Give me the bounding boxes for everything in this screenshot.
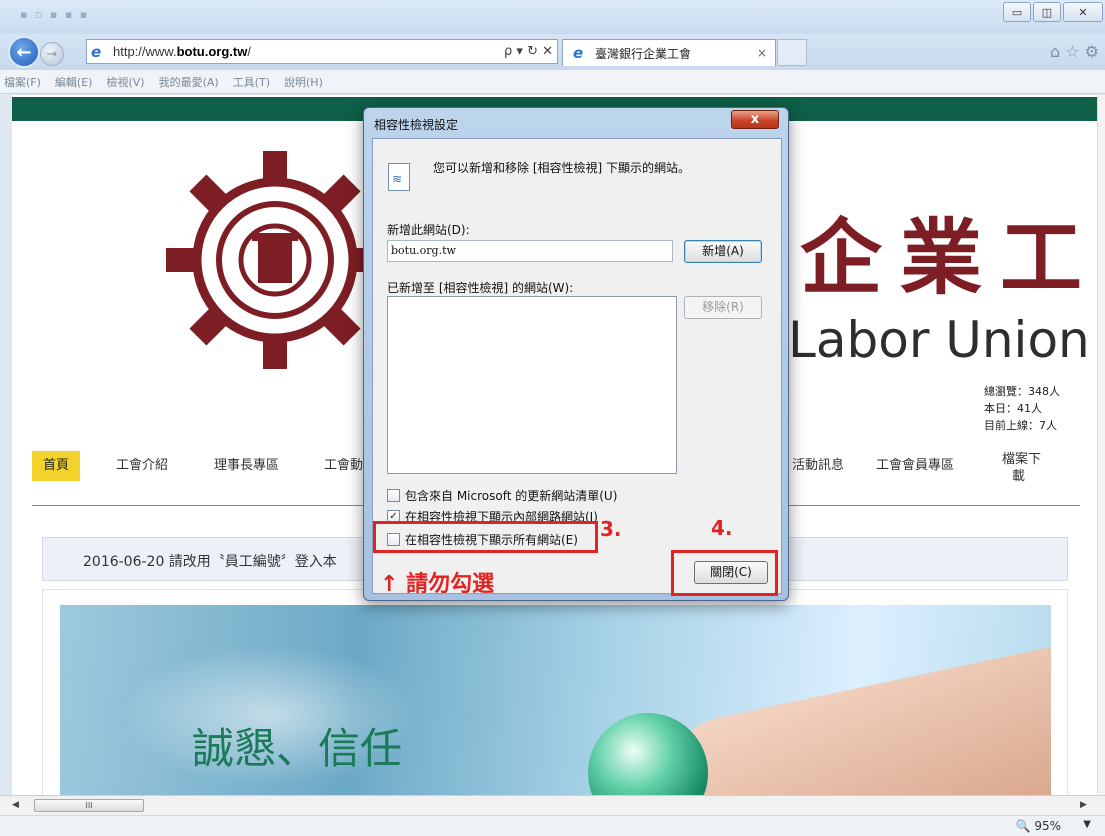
stat-today: 本日：41人 xyxy=(984,402,1042,415)
nav-home[interactable]: 首頁 xyxy=(32,451,81,481)
vertical-scrollbar[interactable] xyxy=(1097,95,1105,795)
compatibility-view-icon: ≋ xyxy=(388,163,410,191)
site-logo-text: 企業工會 xyxy=(800,210,1100,306)
menu-tools[interactable]: 工具(T) xyxy=(233,74,270,90)
scroll-right-arrow-icon[interactable]: ▶ xyxy=(1080,800,1087,810)
include-microsoft-list-option[interactable]: 包含來自 Microsoft 的更新網站清單(U) xyxy=(387,487,617,504)
menu-bar: 檔案(F) 編輯(E) 檢視(V) 我的最愛(A) 工具(T) 說明(H) xyxy=(0,70,1105,94)
dialog-close-button[interactable]: x xyxy=(731,110,779,129)
window-controls: ▭ ◫ ✕ xyxy=(1003,2,1103,22)
close-window-button[interactable]: ✕ xyxy=(1063,2,1103,22)
menu-favorites[interactable]: 我的最愛(A) xyxy=(159,74,219,90)
menu-edit[interactable]: 編輯(E) xyxy=(55,74,93,90)
banner-globe-image xyxy=(588,713,708,795)
address-bar[interactable]: e http://www.botu.org.tw/ ρ ▾ ↻ ✕ xyxy=(86,39,558,64)
added-sites-label: 已新增至 [相容性檢視] 的網站(W): xyxy=(387,281,574,295)
annotation-step4: 4. xyxy=(711,516,733,540)
forward-button[interactable]: → xyxy=(40,42,64,66)
banner-hand-image xyxy=(658,642,1051,795)
ie-icon: e xyxy=(91,42,102,61)
address-tools-icons[interactable]: ρ ▾ ↻ ✕ xyxy=(504,44,553,59)
zoom-dropdown-icon[interactable]: ▼ xyxy=(1083,819,1091,830)
remove-button[interactable]: 移除(R) xyxy=(684,296,762,319)
tab-close-icon[interactable]: × xyxy=(757,46,767,60)
quick-access-toolbar: ▪ ▫ ▪ ▪ ▪ xyxy=(20,8,90,21)
horizontal-scrollbar[interactable]: ◀ III ▶ xyxy=(0,795,1105,815)
menu-help[interactable]: 說明(H) xyxy=(284,74,323,90)
menu-file[interactable]: 檔案(F) xyxy=(4,74,41,90)
menu-view[interactable]: 檢視(V) xyxy=(106,74,144,90)
site-logo-english: Labor Union xyxy=(788,311,1090,369)
annotation-step3: 3. xyxy=(600,517,622,541)
window-titlebar: ▪ ▫ ▪ ▪ ▪ ▭ ◫ ✕ xyxy=(0,0,1105,34)
status-bar: 🔍 95% ▼ xyxy=(0,815,1105,836)
maximize-button[interactable]: ◫ xyxy=(1033,2,1061,22)
nav-intro[interactable]: 工會介紹 xyxy=(116,451,168,481)
nav-download-line1: 檔案下 xyxy=(1002,452,1042,467)
hero-banner: 誠懇、信任 xyxy=(60,605,1051,795)
nav-download[interactable]: 檔案下 載 xyxy=(1002,451,1042,484)
visitor-stats: 總瀏覽：348人 本日：41人 目前上線：7人 xyxy=(984,383,1060,434)
zoom-level[interactable]: 🔍 95% xyxy=(1016,819,1061,833)
zoom-value: 95% xyxy=(1034,819,1061,833)
scroll-thumb[interactable]: III xyxy=(34,799,144,812)
home-favorites-tools-icons[interactable]: ⌂ ☆ ⚙ xyxy=(1050,42,1099,61)
include-microsoft-list-label: 包含來自 Microsoft 的更新網站清單(U) xyxy=(405,489,618,503)
new-tab-button[interactable] xyxy=(777,39,807,66)
banner-slogan: 誠懇、信任 xyxy=(192,724,403,773)
dialog-description: 您可以新增和移除 [相容性檢視] 下顯示的網站。 xyxy=(433,161,690,175)
browser-tab[interactable]: e 臺灣銀行企業工會 × xyxy=(562,39,776,66)
nav-download-line2: 載 xyxy=(1012,469,1026,484)
nav-members[interactable]: 工會會員專區 xyxy=(876,451,954,481)
minimize-button[interactable]: ▭ xyxy=(1003,2,1031,22)
back-button[interactable]: ← xyxy=(8,36,40,68)
navigation-bar: ← → e http://www.botu.org.tw/ ρ ▾ ↻ ✕ e … xyxy=(0,34,1105,70)
nav-activities[interactable]: 活動訊息 xyxy=(792,451,844,481)
union-emblem-logo xyxy=(166,151,384,369)
stat-total: 總瀏覽：348人 xyxy=(984,385,1060,398)
tab-favicon-icon: e xyxy=(573,44,584,62)
add-button[interactable]: 新增(A) xyxy=(684,240,762,263)
dialog-title: 相容性檢視設定 xyxy=(374,118,459,132)
add-site-label: 新增此網站(D): xyxy=(387,223,470,237)
nav-chairman[interactable]: 理事長專區 xyxy=(214,451,279,481)
scroll-left-arrow-icon[interactable]: ◀ xyxy=(12,800,19,810)
added-sites-list[interactable] xyxy=(387,296,677,474)
annotation-warning: ↑ 請勿勾選 xyxy=(380,572,495,597)
url-text[interactable]: http://www.botu.org.tw/ xyxy=(113,44,251,59)
add-site-input[interactable]: botu.org.tw xyxy=(387,240,673,262)
annotation-highlight-step4 xyxy=(671,550,778,596)
include-microsoft-list-checkbox[interactable] xyxy=(387,489,400,502)
annotation-highlight-step3 xyxy=(373,521,598,553)
tab-title: 臺灣銀行企業工會 xyxy=(595,46,692,61)
news-text[interactable]: 2016-06-20 請改用〝員工編號〞登入本 xyxy=(83,551,337,571)
stat-online: 目前上線：7人 xyxy=(984,419,1057,432)
nav-union[interactable]: 工會動 xyxy=(324,451,363,481)
